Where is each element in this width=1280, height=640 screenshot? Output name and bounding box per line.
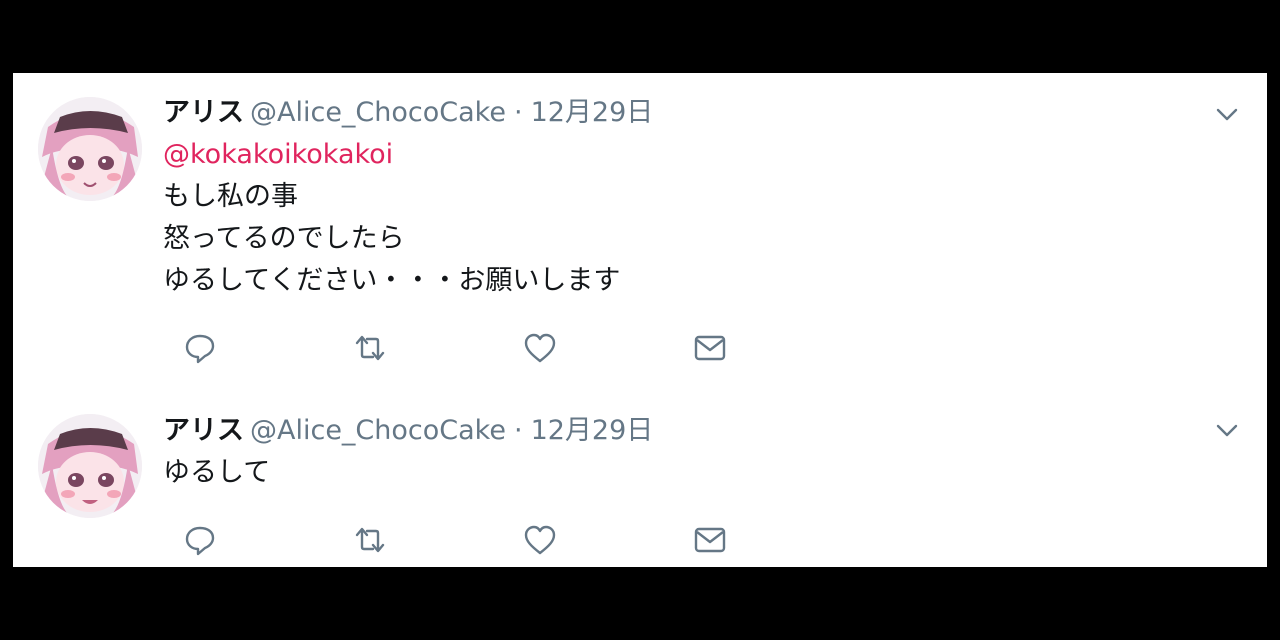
tweet[interactable]: アリス @Alice_ChocoCake · 12月29日 @kokakoikokak… — [13, 73, 1267, 393]
tweet-date[interactable]: 12月29日 — [531, 415, 654, 446]
retweet-icon — [355, 335, 385, 361]
separator: · — [513, 415, 523, 446]
message-button[interactable] — [690, 520, 730, 560]
reply-button[interactable] — [180, 328, 220, 368]
tweet-date[interactable]: 12月29日 — [531, 97, 654, 128]
tweet-line: ゆるして — [163, 457, 271, 488]
reply-button[interactable] — [180, 520, 220, 560]
avatar-image — [38, 414, 142, 518]
tweet-header: アリス @Alice_ChocoCake · 12月29日 — [163, 414, 653, 448]
avatar-image — [38, 97, 142, 201]
reply-icon — [185, 526, 215, 556]
tweet[interactable]: アリス @Alice_ChocoCake · 12月29日 ゆるして — [13, 393, 1267, 567]
message-icon — [694, 335, 726, 361]
chevron-down-icon[interactable] — [1213, 100, 1241, 128]
chevron-down-icon[interactable] — [1213, 416, 1241, 444]
author-handle[interactable]: @Alice_ChocoCake — [250, 415, 506, 446]
like-button[interactable] — [520, 520, 560, 560]
retweet-button[interactable] — [350, 520, 390, 560]
mention-link[interactable]: @kokakoikokakoi — [163, 139, 393, 170]
tweet-line: もし私の事 — [163, 181, 298, 212]
avatar[interactable] — [38, 414, 142, 518]
like-icon — [524, 525, 556, 555]
retweet-icon — [355, 527, 385, 553]
tweet-line: 怒ってるのでしたら — [163, 223, 405, 254]
tweet-text: ゆるして — [163, 452, 270, 494]
author-handle[interactable]: @Alice_ChocoCake — [250, 97, 506, 128]
like-button[interactable] — [520, 328, 560, 368]
author-name[interactable]: アリス — [163, 415, 244, 446]
tweet-text: @kokakoikokakoi もし私の事 怒ってるのでしたら ゆるしてください… — [163, 134, 620, 302]
avatar[interactable] — [38, 97, 142, 201]
retweet-button[interactable] — [350, 328, 390, 368]
reply-icon — [185, 334, 215, 364]
author-name[interactable]: アリス — [163, 97, 244, 128]
message-icon — [694, 527, 726, 553]
tweet-line: ゆるしてください・・・お願いします — [163, 265, 621, 296]
like-icon — [524, 333, 556, 363]
separator: · — [513, 97, 523, 128]
message-button[interactable] — [690, 328, 730, 368]
tweet-timeline: アリス @Alice_ChocoCake · 12月29日 @kokakoikokak… — [13, 73, 1267, 567]
tweet-header: アリス @Alice_ChocoCake · 12月29日 — [163, 96, 653, 130]
